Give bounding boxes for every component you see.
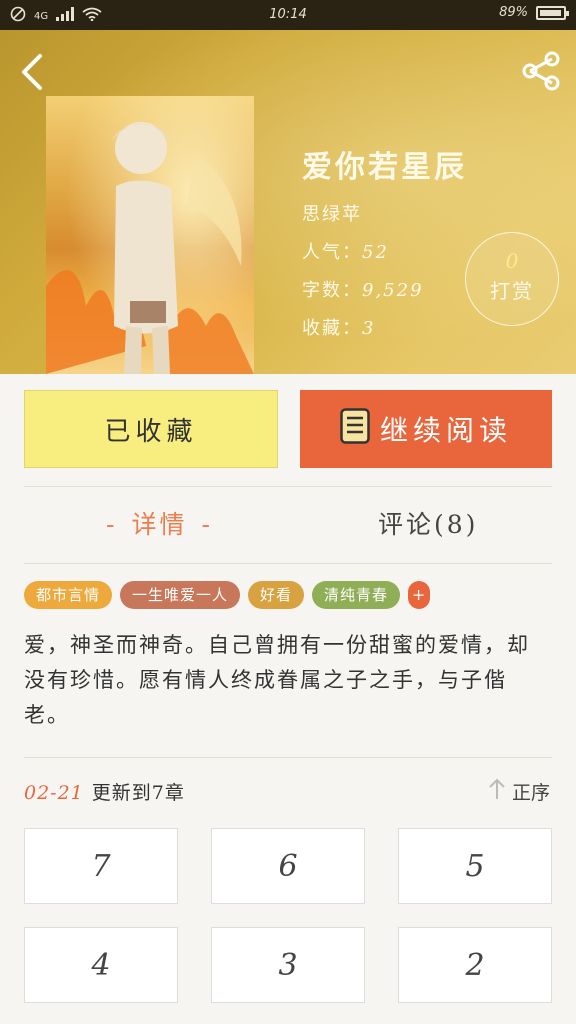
- tab-dash-left: -: [106, 510, 118, 539]
- chapter-item[interactable]: 4: [24, 927, 178, 1003]
- continue-reading-button[interactable]: 继续阅读: [300, 390, 552, 468]
- chapter-item[interactable]: 3: [211, 927, 365, 1003]
- book-description: 爱，神圣而神奇。自己曾拥有一份甜蜜的爱情，却没有珍惜。愿有情人终成眷属之子之手，…: [24, 633, 530, 727]
- book-icon: [340, 407, 370, 451]
- favorited-button[interactable]: 已收藏: [24, 390, 278, 468]
- chevron-left-icon: [22, 54, 42, 90]
- tab-detail[interactable]: - 详情 -: [92, 505, 227, 541]
- popularity-label: 人气：: [302, 242, 362, 263]
- divider: [24, 757, 552, 758]
- reward-label: 打赏: [490, 279, 534, 303]
- divider: [24, 486, 552, 487]
- chapter-item[interactable]: 6: [211, 828, 365, 904]
- book-header: 爱你若星辰 思绿苹 人气：52 字数：9,529 收藏：3 0 打赏: [0, 30, 576, 374]
- tab-detail-label: 详情: [131, 510, 188, 539]
- battery-percent: 89%: [499, 5, 528, 20]
- back-button[interactable]: [14, 50, 54, 94]
- book-title: 爱你若星辰: [302, 150, 467, 185]
- popularity-row: 人气：52: [302, 238, 467, 264]
- word-count-label: 字数：: [302, 280, 362, 301]
- word-count-row: 字数：9,529: [302, 276, 467, 302]
- favorites-row: 收藏：3: [302, 314, 467, 340]
- book-cover[interactable]: [46, 96, 254, 374]
- update-info: 02-21 更新到7章: [24, 778, 185, 805]
- tab-dash-right: -: [201, 510, 213, 539]
- chapter-item[interactable]: 2: [398, 927, 552, 1003]
- share-icon: [522, 51, 560, 91]
- tag-youth[interactable]: 清纯青春: [312, 581, 401, 609]
- arrow-up-icon: [488, 778, 506, 805]
- share-button[interactable]: [516, 46, 566, 96]
- tab-comments-label: 评论(8): [378, 510, 479, 539]
- divider: [24, 563, 552, 564]
- status-bar: 4G 10:14 89%: [0, 0, 576, 30]
- cover-illustration: [46, 96, 254, 374]
- sort-label: 正序: [511, 782, 550, 804]
- book-info: 爱你若星辰 思绿苹 人气：52 字数：9,529 收藏：3: [302, 142, 467, 352]
- clock: 10:14: [269, 7, 307, 22]
- add-tag-button[interactable]: +: [408, 581, 431, 609]
- popularity-value: 52: [362, 242, 389, 263]
- book-author[interactable]: 思绿苹: [302, 200, 467, 226]
- favorites-value: 3: [362, 318, 376, 339]
- tag-good[interactable]: 好看: [248, 581, 305, 609]
- chapter-item[interactable]: 5: [398, 828, 552, 904]
- continue-reading-label: 继续阅读: [379, 414, 512, 447]
- reward-count: 0: [505, 249, 519, 273]
- tag-urban-romance[interactable]: 都市言情: [24, 581, 113, 609]
- favorites-label: 收藏：: [302, 318, 362, 339]
- word-count-value: 9,529: [362, 280, 424, 301]
- favorited-label: 已收藏: [104, 416, 198, 447]
- chapter-item[interactable]: 7: [24, 828, 178, 904]
- tag-one-love[interactable]: 一生唯爱一人: [120, 581, 241, 609]
- battery-icon: [536, 5, 569, 20]
- sort-toggle[interactable]: 正序: [488, 778, 550, 805]
- update-text: 更新到7章: [91, 782, 185, 804]
- tab-comments[interactable]: 评论(8): [378, 505, 478, 541]
- reward-button[interactable]: 0 打赏: [465, 232, 559, 326]
- update-date: 02-21: [24, 782, 84, 804]
- tag-list: 都市言情 一生唯爱一人 好看 清纯青春 +: [24, 581, 431, 609]
